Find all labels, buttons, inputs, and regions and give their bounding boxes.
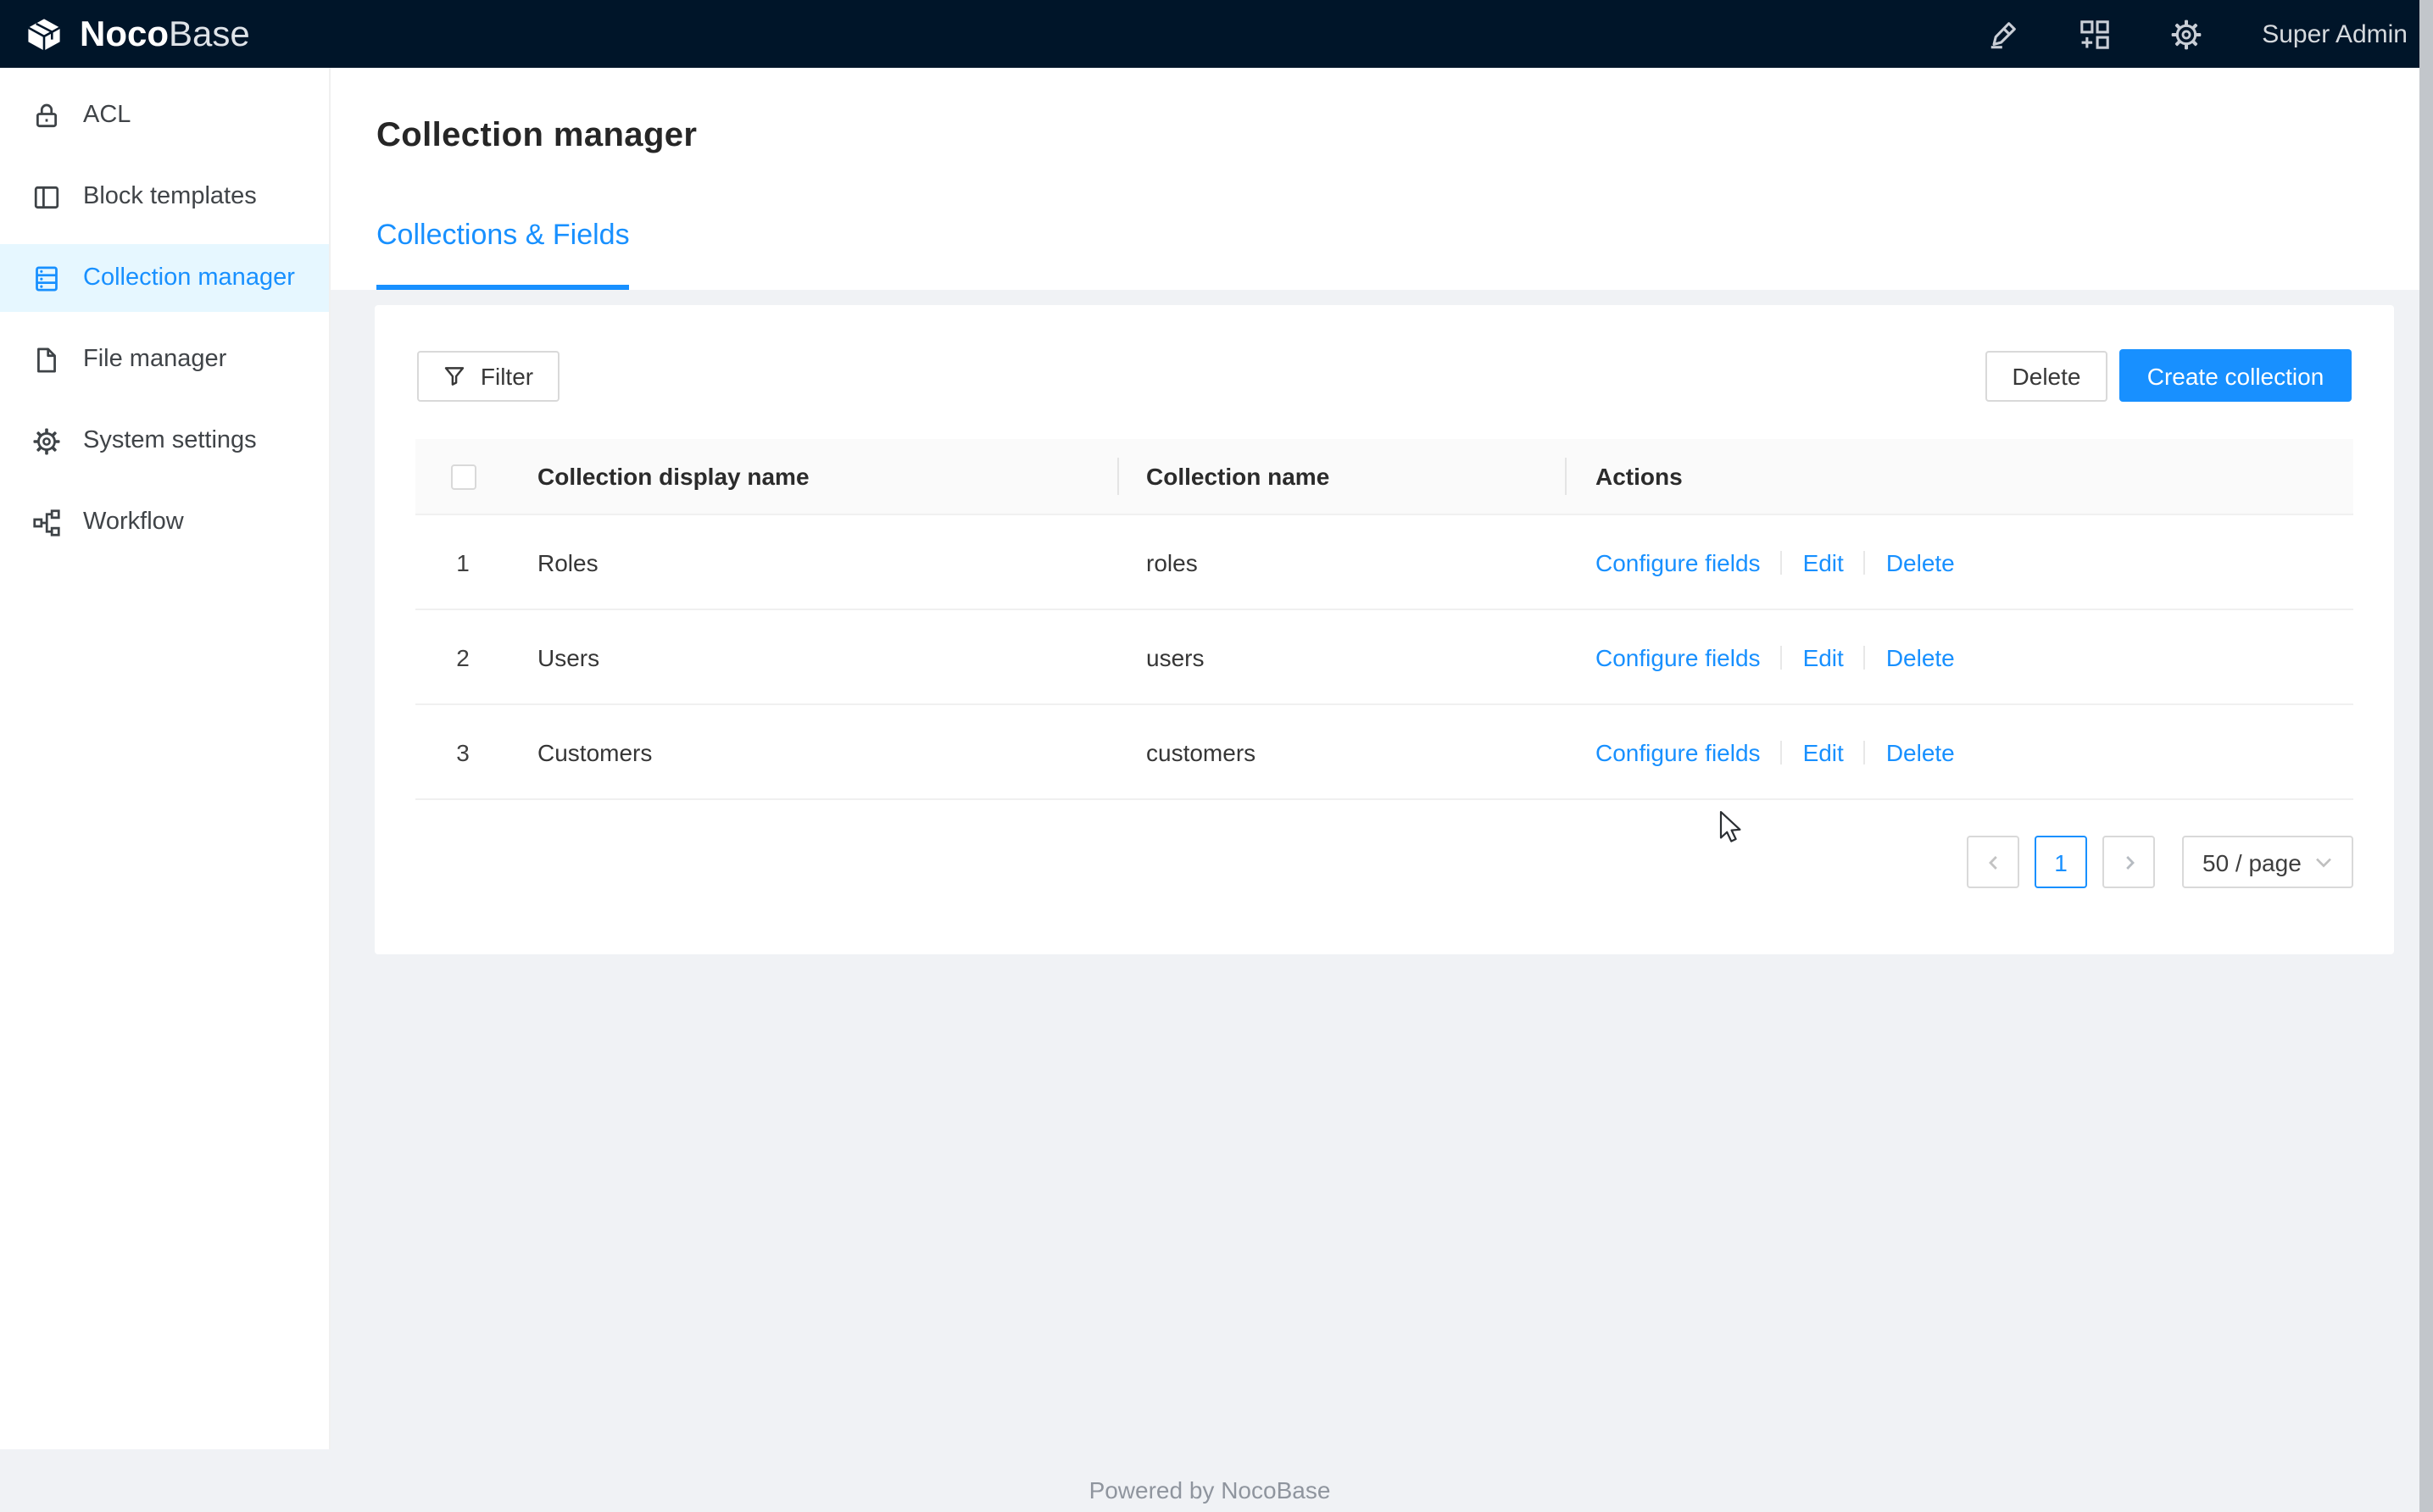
gear-icon[interactable] [2170, 18, 2202, 50]
sidebar: ACL Block templates Collect [0, 68, 331, 1449]
workflow-icon [32, 508, 61, 536]
logo-text-bold: Noco [80, 16, 169, 52]
chevron-left-icon [1985, 853, 2002, 870]
logo-text-light: Base [169, 16, 250, 52]
table-header-select [415, 464, 510, 489]
edit-link[interactable]: Edit [1803, 548, 1844, 575]
pagination-prev-button[interactable] [1967, 836, 2019, 888]
create-collection-button[interactable]: Create collection [2119, 349, 2352, 402]
sidebar-item-block-templates[interactable]: Block templates [0, 163, 329, 231]
page-title: Collection manager [376, 117, 697, 156]
configure-fields-link[interactable]: Configure fields [1595, 548, 1761, 575]
plugin-add-icon[interactable] [2079, 18, 2111, 50]
file-icon [32, 345, 61, 374]
action-divider [1864, 645, 1866, 669]
page-scrollbar[interactable] [2419, 0, 2433, 1512]
edit-link[interactable]: Edit [1803, 643, 1844, 670]
chevron-down-icon [2314, 855, 2333, 869]
delete-button[interactable]: Delete [1985, 351, 2107, 402]
table-row: 2 Users users Configure fields Edit Dele… [415, 610, 2353, 705]
delete-link[interactable]: Delete [1886, 548, 1955, 575]
database-icon [32, 264, 61, 292]
collections-table: Collection display name Collection name … [415, 439, 2353, 800]
row-name: users [1119, 643, 1567, 670]
row-display-name: Customers [510, 738, 1119, 765]
sidebar-item-label: Block templates [83, 183, 257, 210]
column-header-actions: Actions [1567, 463, 2353, 490]
filter-button[interactable]: Filter [417, 351, 560, 402]
highlighter-icon[interactable] [1987, 18, 2019, 50]
sidebar-item-acl[interactable]: ACL [0, 81, 329, 149]
row-display-name: Roles [510, 548, 1119, 575]
page-header: Collection manager Collections & Fields [331, 68, 2419, 290]
row-display-name: Users [510, 643, 1119, 670]
sidebar-item-label: System settings [83, 427, 257, 454]
action-divider [1864, 740, 1866, 764]
column-header-display-name: Collection display name [510, 463, 1119, 490]
row-name: roles [1119, 548, 1567, 575]
collections-card: Filter Delete Create collection Collecti… [375, 305, 2394, 954]
sidebar-item-file-manager[interactable]: File manager [0, 325, 329, 393]
action-divider [1781, 740, 1783, 764]
column-header-name: Collection name [1119, 463, 1567, 490]
row-index: 1 [415, 548, 510, 575]
sidebar-item-label: ACL [83, 102, 131, 129]
nocobase-logo-icon [22, 14, 66, 53]
row-index: 2 [415, 643, 510, 670]
pagination: 1 50 / page [415, 836, 2353, 888]
configure-fields-link[interactable]: Configure fields [1595, 738, 1761, 765]
user-menu[interactable]: Super Admin [2262, 19, 2408, 48]
edit-link[interactable]: Edit [1803, 738, 1844, 765]
footer-text: Powered by NocoBase [0, 1476, 2419, 1504]
app-window: NocoBase [0, 0, 2433, 1512]
filter-button-label: Filter [481, 363, 533, 390]
sidebar-item-collection-manager[interactable]: Collection manager [0, 244, 329, 312]
tab-collections-fields[interactable]: Collections & Fields [376, 219, 630, 290]
nocobase-logo[interactable]: NocoBase [0, 14, 250, 53]
delete-link[interactable]: Delete [1886, 643, 1955, 670]
action-divider [1781, 550, 1783, 574]
sidebar-item-label: File manager [83, 346, 226, 373]
create-collection-button-label: Create collection [2147, 362, 2324, 389]
chevron-right-icon [2120, 853, 2137, 870]
sidebar-item-system-settings[interactable]: System settings [0, 407, 329, 475]
gear-icon [32, 426, 61, 455]
filter-icon [443, 364, 467, 388]
sidebar-item-label: Collection manager [83, 264, 295, 292]
table-row: 3 Customers customers Configure fields E… [415, 705, 2353, 800]
configure-fields-link[interactable]: Configure fields [1595, 643, 1761, 670]
table-header-row: Collection display name Collection name … [415, 439, 2353, 515]
row-index: 3 [415, 738, 510, 765]
table-row: 1 Roles roles Configure fields Edit Dele… [415, 515, 2353, 610]
pagination-next-button[interactable] [2102, 836, 2155, 888]
select-all-checkbox[interactable] [450, 464, 476, 489]
pagination-page-1[interactable]: 1 [2035, 836, 2087, 888]
page-size-select[interactable]: 50 / page [2182, 836, 2353, 888]
page-size-value: 50 / page [2202, 848, 2302, 876]
row-name: customers [1119, 738, 1567, 765]
topbar: NocoBase [0, 0, 2419, 68]
delete-button-label: Delete [2013, 363, 2081, 390]
delete-link[interactable]: Delete [1886, 738, 1955, 765]
topbar-actions: Super Admin [1987, 18, 2419, 50]
sidebar-item-workflow[interactable]: Workflow [0, 488, 329, 556]
sidebar-item-label: Workflow [83, 509, 184, 536]
lock-icon [32, 101, 61, 130]
action-divider [1781, 645, 1783, 669]
action-divider [1864, 550, 1866, 574]
layout-icon [32, 182, 61, 211]
